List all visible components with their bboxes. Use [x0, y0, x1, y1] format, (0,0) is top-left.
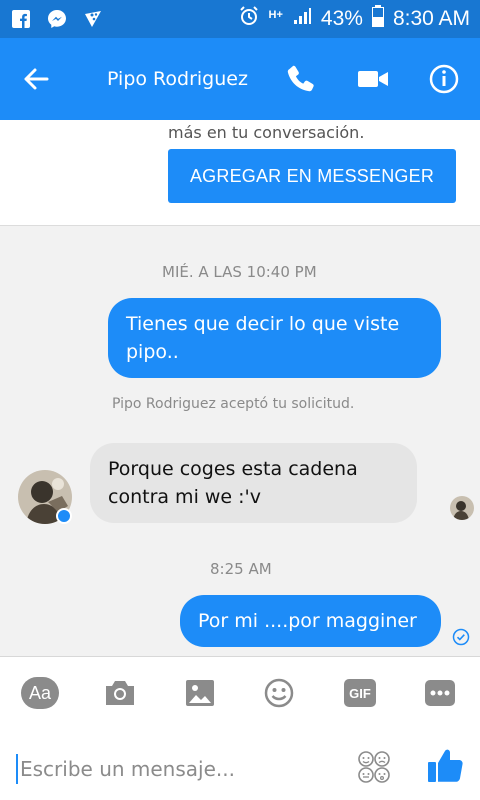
- status-system: H+ 43% 8:30 AM: [238, 5, 470, 33]
- read-receipt-avatar: [450, 496, 474, 520]
- invite-card: más en tu conversación. AGREGAR EN MESSE…: [0, 120, 480, 226]
- emoji-icon[interactable]: [259, 673, 299, 713]
- status-notifications: [10, 8, 104, 30]
- timestamp: MIÉ. A LAS 10:40 PM: [162, 263, 317, 281]
- message-input[interactable]: [16, 754, 336, 784]
- facebook-icon: [10, 8, 32, 30]
- gif-icon[interactable]: GIF: [340, 673, 380, 713]
- aa-icon[interactable]: Aa: [20, 673, 60, 713]
- composer: Aa GIF: [0, 656, 480, 800]
- gif-label: GIF: [344, 679, 376, 707]
- messenger-badge-icon: [56, 508, 72, 524]
- phone-icon[interactable]: [284, 62, 318, 96]
- sticker-icon[interactable]: [356, 749, 392, 785]
- messenger-icon: [46, 8, 68, 30]
- invite-text: más en tu conversación.: [168, 123, 365, 142]
- incoming-message[interactable]: Porque coges esta cadena contra mi we :'…: [90, 443, 417, 523]
- add-in-messenger-button[interactable]: AGREGAR EN MESSENGER: [168, 149, 456, 203]
- info-icon[interactable]: [427, 62, 461, 96]
- status-bar: H+ 43% 8:30 AM: [0, 0, 480, 38]
- timestamp: 8:25 AM: [210, 560, 272, 578]
- like-icon[interactable]: [425, 745, 465, 785]
- outgoing-message[interactable]: Tienes que decir lo que viste pipo..: [108, 298, 441, 378]
- alarm-icon: [238, 5, 260, 33]
- back-arrow-icon[interactable]: [20, 63, 52, 95]
- battery-percent: 43%: [320, 7, 363, 30]
- outgoing-message[interactable]: Por mi ....por magginer: [180, 595, 441, 647]
- pizza-icon: [82, 8, 104, 30]
- image-icon[interactable]: [180, 673, 220, 713]
- aa-label: Aa: [21, 677, 59, 709]
- delivered-check-icon: [452, 628, 470, 646]
- battery-icon: [371, 5, 384, 33]
- camera-icon[interactable]: [100, 673, 140, 713]
- video-camera-icon[interactable]: [356, 62, 390, 96]
- conversation-header: Pipo Rodriguez: [0, 38, 480, 120]
- contact-name[interactable]: Pipo Rodriguez: [107, 68, 248, 90]
- signal-icon: [292, 6, 312, 32]
- network-type-icon: H+: [268, 8, 283, 21]
- message-thread[interactable]: más en tu conversación. AGREGAR EN MESSE…: [0, 120, 480, 656]
- more-icon[interactable]: [420, 673, 460, 713]
- system-message: Pipo Rodriguez aceptó tu solicitud.: [112, 396, 355, 412]
- clock: 8:30 AM: [392, 7, 470, 30]
